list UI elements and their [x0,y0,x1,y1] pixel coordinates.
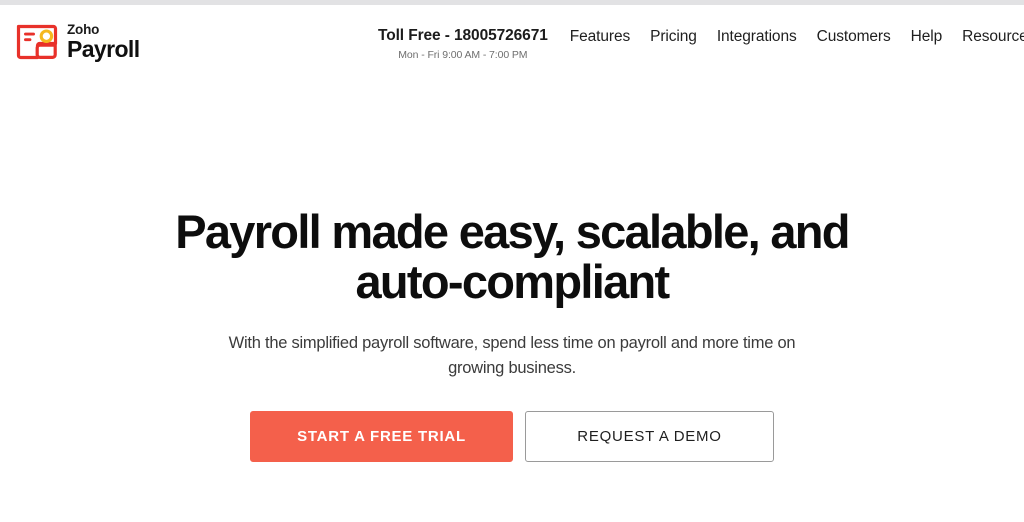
nav-item-label: Customers [816,28,891,45]
nav-item-label: Features [569,28,631,45]
start-free-trial-button[interactable]: START A FREE TRIAL [250,410,513,462]
logo-product-text: Payroll [67,36,140,63]
page-title: Payroll made easy, scalable, and auto-co… [175,205,850,309]
nav-item-integrations[interactable]: Integrations [717,27,797,46]
toll-free-number: Toll Free - 18005726671 [378,27,548,44]
logo-home-link[interactable]: Zoho Payroll [14,21,140,63]
request-demo-button[interactable]: REQUEST A DEMO [525,410,774,462]
site-header: Zoho Payroll Toll Free - 18005726671 Mon… [0,5,1024,88]
logo-wordmark: Zoho Payroll [67,23,140,62]
nav-item-help[interactable]: Help [910,27,943,46]
landing-page: Zoho Payroll Toll Free - 18005726671 Mon… [0,0,1024,522]
nav-item-resources[interactable]: Resources [962,27,1024,46]
payroll-card-icon [16,24,58,60]
nav-item-pricing[interactable]: Pricing [650,27,697,46]
nav-item-label: Resources [962,28,1024,45]
hero-subtitle: With the simplified payroll software, sp… [228,333,796,378]
support-hours: Mon - Fri 9:00 AM - 7:00 PM [398,49,528,61]
nav-item-customers[interactable]: Customers [817,27,891,46]
hero-cta-group: START A FREE TRIAL REQUEST A DEMO [250,410,774,462]
nav-item-label: Help [910,28,943,45]
logo-brand-text: Zoho [67,21,100,37]
hero-section: Payroll made easy, scalable, and auto-co… [0,88,1024,522]
nav-item-label: Integrations [716,28,797,45]
primary-navigation: Toll Free - 18005726671 Mon - Fri 9:00 A… [378,27,1024,61]
nav-item-label: Pricing [650,28,697,45]
nav-item-features[interactable]: Features [570,27,630,46]
toll-free-phone[interactable]: Toll Free - 18005726671 Mon - Fri 9:00 A… [378,27,548,61]
